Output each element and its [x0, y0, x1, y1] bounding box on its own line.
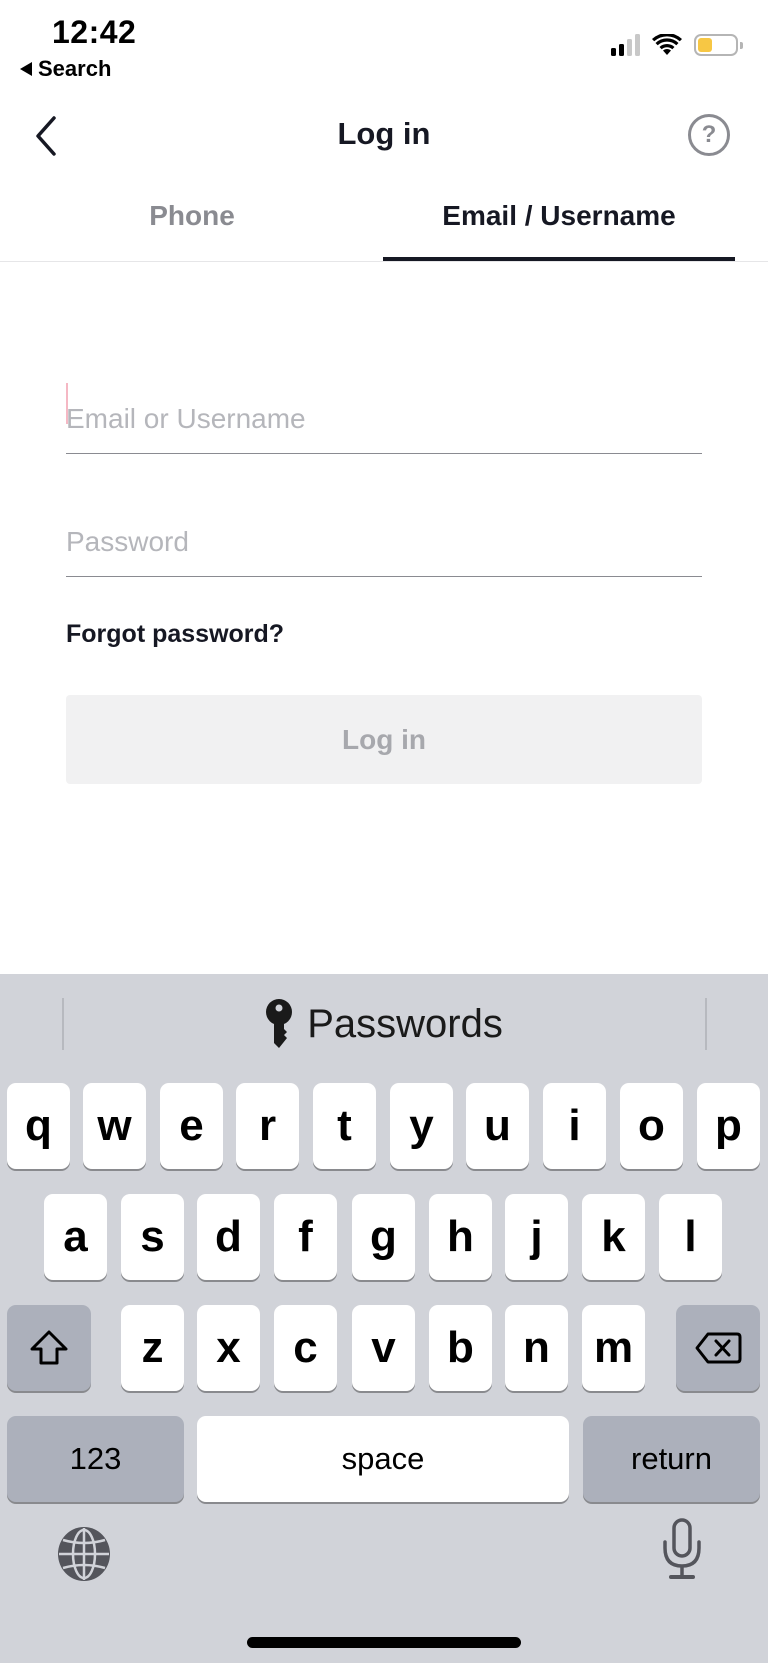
back-triangle-icon	[20, 62, 32, 76]
key-a[interactable]: a	[44, 1194, 107, 1280]
numbers-key[interactable]: 123	[7, 1416, 184, 1502]
tab-email-username[interactable]: Email / Username	[383, 200, 735, 232]
key-j[interactable]: j	[505, 1194, 568, 1280]
space-key[interactable]: space	[197, 1416, 569, 1502]
key-v[interactable]: v	[352, 1305, 415, 1391]
shift-key[interactable]	[7, 1305, 91, 1391]
key-e[interactable]: e	[160, 1083, 223, 1169]
question-circle-icon: ?	[701, 121, 717, 148]
key-icon	[266, 999, 293, 1048]
globe-button[interactable]	[54, 1524, 114, 1589]
key-i[interactable]: i	[543, 1083, 606, 1169]
status-icons	[611, 34, 743, 56]
key-n[interactable]: n	[505, 1305, 568, 1391]
key-q[interactable]: q	[7, 1083, 70, 1169]
status-time: 12:42	[52, 14, 137, 50]
help-button[interactable]: ?	[688, 114, 730, 156]
key-w[interactable]: w	[83, 1083, 146, 1169]
back-app-label: Search	[38, 56, 112, 81]
password-input[interactable]	[66, 507, 702, 577]
key-p[interactable]: p	[697, 1083, 760, 1169]
keyboard: Passwords q w e r t y u i o p a s d f g …	[0, 974, 768, 1663]
key-y[interactable]: y	[390, 1083, 453, 1169]
dictation-button[interactable]	[660, 1518, 704, 1587]
delete-icon	[695, 1332, 742, 1364]
delete-key[interactable]	[676, 1305, 760, 1391]
login-button[interactable]: Log in	[66, 695, 702, 784]
passwords-label: Passwords	[307, 1001, 503, 1046]
return-key[interactable]: return	[583, 1416, 760, 1502]
passwords-suggestion[interactable]: Passwords	[0, 992, 768, 1056]
shift-icon	[30, 1330, 68, 1365]
back-to-app-link[interactable]: Search	[20, 56, 111, 82]
key-h[interactable]: h	[429, 1194, 492, 1280]
key-s[interactable]: s	[121, 1194, 184, 1280]
text-cursor	[66, 383, 68, 424]
key-c[interactable]: c	[274, 1305, 337, 1391]
wifi-icon	[652, 34, 682, 55]
key-d[interactable]: d	[197, 1194, 260, 1280]
key-u[interactable]: u	[466, 1083, 529, 1169]
globe-icon	[58, 1527, 110, 1581]
signal-icon	[611, 34, 640, 56]
key-z[interactable]: z	[121, 1305, 184, 1391]
key-r[interactable]: r	[236, 1083, 299, 1169]
key-b[interactable]: b	[429, 1305, 492, 1391]
key-l[interactable]: l	[659, 1194, 722, 1280]
key-k[interactable]: k	[582, 1194, 645, 1280]
tab-phone[interactable]: Phone	[0, 200, 384, 232]
key-t[interactable]: t	[313, 1083, 376, 1169]
tabs-divider	[0, 261, 768, 262]
forgot-password-link[interactable]: Forgot password?	[66, 620, 284, 649]
key-f[interactable]: f	[274, 1194, 337, 1280]
email-username-input[interactable]	[66, 384, 702, 454]
home-indicator[interactable]	[247, 1637, 521, 1648]
key-m[interactable]: m	[582, 1305, 645, 1391]
microphone-icon	[663, 1518, 701, 1579]
battery-icon	[694, 34, 743, 56]
key-x[interactable]: x	[197, 1305, 260, 1391]
key-g[interactable]: g	[352, 1194, 415, 1280]
key-o[interactable]: o	[620, 1083, 683, 1169]
page-title: Log in	[337, 116, 431, 151]
